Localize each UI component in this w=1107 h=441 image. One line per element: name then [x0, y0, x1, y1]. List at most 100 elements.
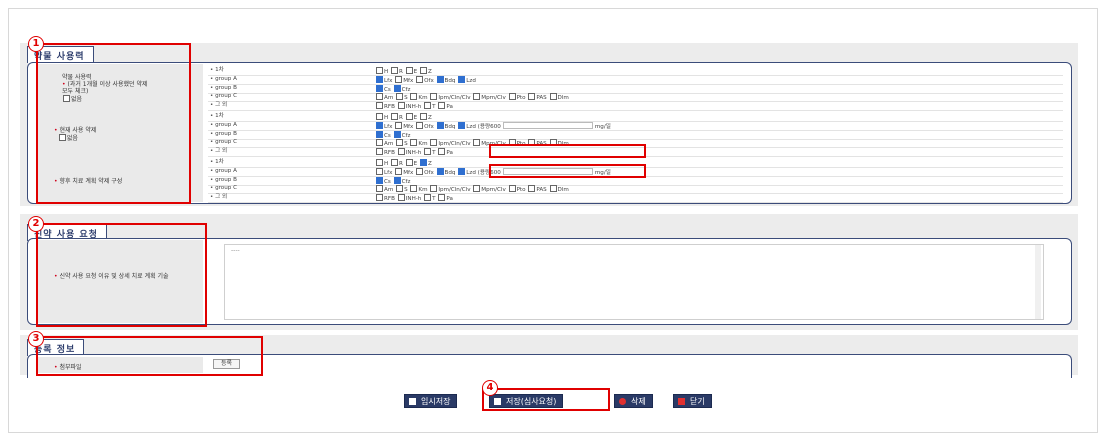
close-button[interactable]: 닫기	[673, 394, 712, 408]
drug-checkbox[interactable]	[376, 139, 383, 147]
drug-checkbox[interactable]	[473, 139, 481, 147]
drug-checkbox[interactable]	[376, 167, 383, 175]
drug-checkbox[interactable]	[528, 139, 536, 147]
drug-checkbox[interactable]	[397, 102, 405, 110]
drug-checkbox[interactable]	[376, 93, 383, 101]
textarea-scrollbar[interactable]	[1035, 245, 1041, 319]
lzd-dose-input[interactable]	[502, 121, 593, 129]
drug-checkbox[interactable]	[376, 67, 383, 74]
drug-checkbox[interactable]	[549, 185, 557, 193]
temp-save-button[interactable]: 임시저장	[404, 394, 458, 408]
row-divider	[208, 75, 1063, 76]
group-label: • group A	[210, 121, 237, 128]
current-none-checkbox[interactable]	[58, 134, 66, 141]
drug-checkbox[interactable]	[391, 113, 398, 120]
drug-checkbox[interactable]	[405, 159, 413, 166]
drug-checkbox[interactable]	[376, 84, 383, 92]
drug-checkbox[interactable]	[376, 148, 383, 156]
drug-checkbox[interactable]	[376, 75, 383, 83]
drug-checkbox[interactable]	[420, 67, 427, 74]
new-drug-label: • 신약 사용 요청 이유 및 상세 치료 계획 기술	[54, 273, 169, 280]
drug-checkbox[interactable]	[376, 130, 383, 138]
drug-checkbox[interactable]	[397, 148, 405, 156]
usage-label: 약물 사용력 • (과거 1개월 이상 사용했던 약제 모두 체크) 없음	[62, 74, 148, 103]
register-file-button[interactable]: 등록	[213, 359, 240, 369]
drug-checkbox[interactable]	[396, 93, 404, 101]
group-label: • 그 외	[210, 102, 228, 109]
drug-checkbox[interactable]	[393, 84, 401, 92]
drug-option-row: Am S Km Ipm/Cln/Clv Mpm/Clv Pto PAS Dlm	[375, 185, 569, 193]
row-divider	[208, 138, 1063, 140]
drug-checkbox[interactable]	[458, 121, 466, 129]
drug-checkbox[interactable]	[508, 93, 516, 101]
drug-option-row: H R E Z	[375, 67, 432, 75]
drug-checkbox[interactable]	[438, 194, 446, 202]
drug-checkbox[interactable]	[430, 93, 438, 101]
drug-option-row: Cs Cfz	[375, 84, 410, 93]
drug-option-row: Lfx Mfx Ofx Bdq Lzd	[375, 75, 476, 84]
drug-checkbox[interactable]	[393, 176, 401, 184]
drug-checkbox[interactable]	[420, 113, 427, 120]
drug-checkbox[interactable]	[430, 185, 438, 193]
drug-checkbox[interactable]	[405, 67, 413, 74]
drug-checkbox[interactable]	[376, 194, 383, 202]
drug-checkbox[interactable]	[395, 75, 403, 83]
drug-checkbox[interactable]	[376, 113, 383, 120]
drug-checkbox[interactable]	[376, 176, 383, 184]
drug-checkbox[interactable]	[376, 159, 383, 166]
drug-checkbox[interactable]	[458, 75, 466, 83]
group-label: • group C	[210, 185, 238, 192]
drug-checkbox[interactable]	[473, 93, 481, 101]
row-divider	[208, 129, 1063, 131]
drug-checkbox[interactable]	[549, 93, 557, 101]
row-divider	[208, 193, 1063, 195]
drug-checkbox[interactable]	[395, 121, 403, 129]
row-divider	[208, 147, 1063, 149]
drug-option-row: Cs Cfz	[375, 176, 410, 185]
drug-checkbox[interactable]	[549, 139, 557, 147]
drug-checkbox[interactable]	[436, 75, 444, 83]
drug-checkbox[interactable]	[416, 75, 424, 83]
new-drug-textarea[interactable]: ----	[224, 244, 1044, 320]
drug-checkbox[interactable]	[396, 139, 404, 147]
drug-option-row: RFB INH-h T Pa	[375, 148, 453, 156]
drug-checkbox[interactable]	[410, 139, 418, 147]
drug-checkbox[interactable]	[420, 159, 427, 166]
delete-button[interactable]: 삭제	[614, 394, 653, 408]
drug-checkbox[interactable]	[424, 194, 432, 202]
drug-checkbox[interactable]	[436, 121, 444, 129]
drug-checkbox[interactable]	[424, 148, 432, 156]
drug-checkbox[interactable]	[528, 93, 536, 101]
drug-checkbox[interactable]	[410, 185, 418, 193]
drug-checkbox[interactable]	[396, 185, 404, 193]
save-review-button[interactable]: 저장(심사요청)	[489, 394, 564, 408]
drug-checkbox[interactable]	[438, 102, 446, 110]
drug-checkbox[interactable]	[528, 185, 536, 193]
drug-checkbox[interactable]	[376, 121, 383, 129]
drug-checkbox[interactable]	[391, 67, 398, 74]
drug-checkbox[interactable]	[405, 113, 413, 120]
drug-checkbox[interactable]	[458, 167, 466, 175]
document-icon	[409, 398, 416, 405]
drug-checkbox[interactable]	[508, 185, 516, 193]
drug-checkbox[interactable]	[376, 102, 383, 110]
drug-checkbox[interactable]	[395, 167, 403, 175]
drug-checkbox[interactable]	[391, 159, 398, 166]
attachment-label: • 첨부파일	[54, 364, 82, 371]
row-divider	[208, 101, 1063, 103]
drug-checkbox[interactable]	[430, 139, 438, 147]
group-label: • 1차	[210, 67, 224, 73]
drug-checkbox[interactable]	[416, 121, 424, 129]
drug-checkbox[interactable]	[393, 130, 401, 138]
drug-checkbox[interactable]	[438, 148, 446, 156]
drug-checkbox[interactable]	[424, 102, 432, 110]
lzd-dose-input[interactable]	[502, 167, 593, 175]
drug-checkbox[interactable]	[436, 167, 444, 175]
drug-checkbox[interactable]	[508, 139, 516, 147]
drug-checkbox[interactable]	[397, 194, 405, 202]
drug-checkbox[interactable]	[376, 185, 383, 193]
drug-checkbox[interactable]	[473, 185, 481, 193]
drug-checkbox[interactable]	[410, 93, 418, 101]
usage-none-checkbox[interactable]	[63, 95, 70, 102]
drug-checkbox[interactable]	[416, 167, 424, 175]
